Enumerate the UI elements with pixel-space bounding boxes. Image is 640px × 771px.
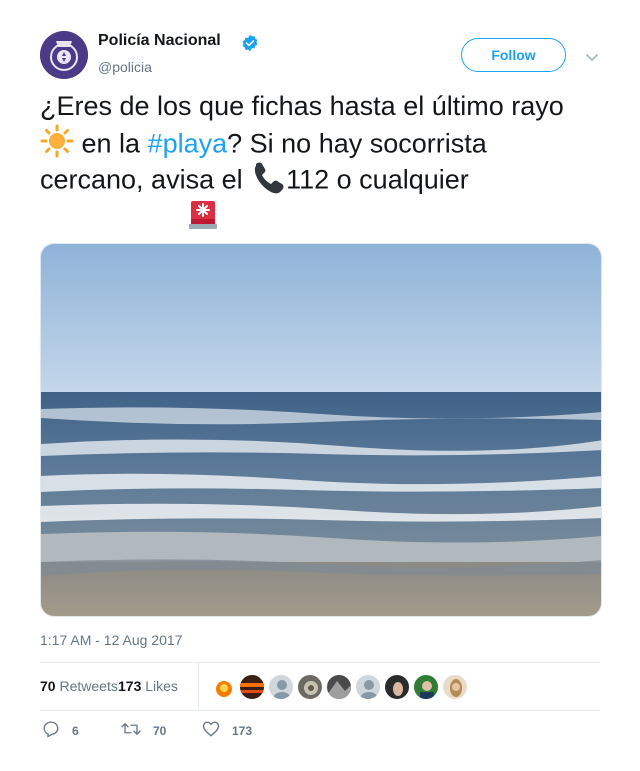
stats-separator — [198, 663, 199, 710]
tweet-timestamp[interactable]: 1:17 AM - 12 Aug 2017 — [40, 632, 182, 648]
liker-avatar[interactable] — [355, 674, 381, 700]
retweets-stat[interactable]: 70 Retweets — [40, 678, 118, 694]
tweet-text-segment: ? Si no hay socorrista — [227, 128, 487, 159]
like-count: 173 — [232, 723, 253, 738]
retweets-count: 70 — [40, 678, 56, 694]
liker-avatar[interactable] — [210, 674, 236, 700]
tweet-line-1: ¿Eres de los que fichas hasta el último … — [40, 91, 564, 121]
tweet-text-segment: 112 o cualquier — [286, 164, 469, 195]
reply-count: 6 — [72, 723, 79, 738]
hashtag-link[interactable]: #playa — [148, 129, 228, 159]
avatar[interactable] — [40, 31, 88, 79]
retweet-icon — [121, 720, 153, 741]
follow-button[interactable]: Follow — [461, 38, 566, 72]
liker-avatar[interactable] — [239, 674, 265, 700]
liker-avatar[interactable] — [326, 674, 352, 700]
liker-avatar[interactable] — [442, 674, 468, 700]
tweet-photo[interactable] — [40, 243, 602, 617]
telephone-receiver-emoji — [250, 160, 286, 203]
user-handle[interactable]: @policia — [98, 59, 152, 75]
likes-count: 173 — [118, 678, 142, 694]
verified-badge-icon — [241, 34, 259, 57]
liker-avatar[interactable] — [297, 674, 323, 700]
tweet-line-4 — [40, 196, 220, 239]
reply-icon — [42, 720, 72, 741]
tweet-text-segment: en la — [74, 128, 148, 159]
divider — [40, 710, 600, 711]
reply-button[interactable]: 6 — [42, 720, 79, 741]
liker-avatar[interactable] — [384, 674, 410, 700]
likes-stat[interactable]: 173 Likes — [118, 678, 178, 694]
display-name[interactable]: Policía Nacional — [98, 32, 221, 50]
retweet-count: 70 — [153, 723, 167, 738]
heart-icon — [202, 720, 232, 741]
like-button[interactable]: 173 — [202, 720, 252, 741]
tweet-text-segment: cercano, avisa el — [40, 164, 251, 195]
tweet-stats: 70 Retweets 173 Likes — [40, 663, 600, 711]
liker-avatar[interactable] — [413, 674, 439, 700]
chevron-down-icon[interactable] — [585, 50, 599, 68]
retweet-button[interactable]: 70 — [121, 720, 166, 741]
retweets-label: Retweets — [59, 678, 118, 694]
tweet-actions: 6 70 173 — [40, 720, 600, 744]
liker-avatar[interactable] — [268, 674, 294, 700]
police-light-emoji — [186, 196, 220, 239]
likes-label: Likes — [145, 678, 178, 694]
